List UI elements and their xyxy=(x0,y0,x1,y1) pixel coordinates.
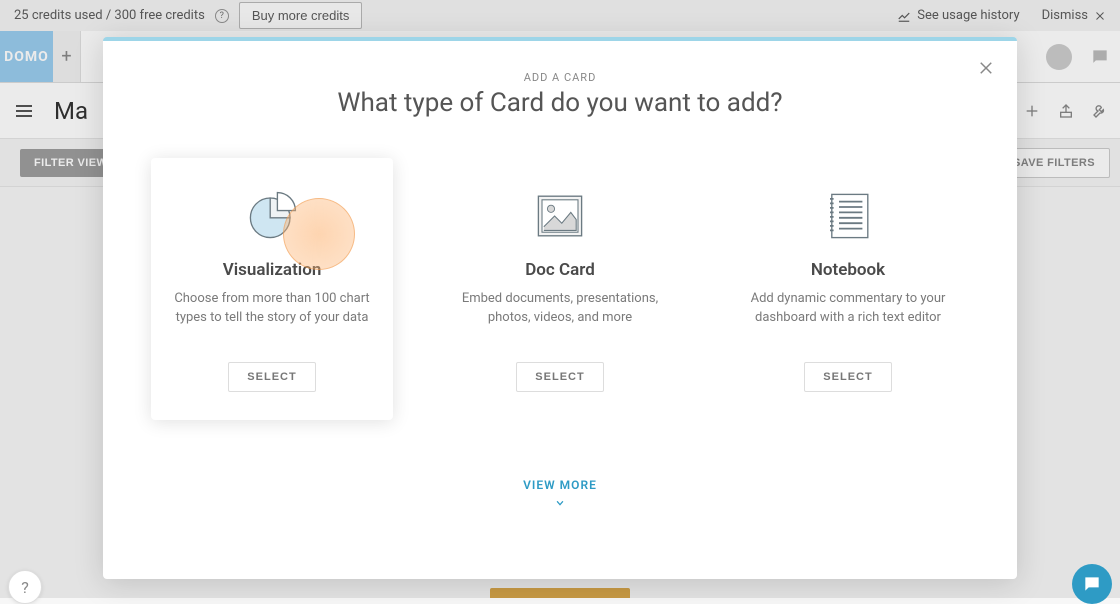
chat-bubble-icon xyxy=(1082,574,1102,594)
credits-text: 25 credits used / 300 free credits xyxy=(14,8,205,23)
card-option-visualization[interactable]: Visualization Choose from more than 100 … xyxy=(151,158,393,420)
chevron-down-icon xyxy=(143,498,977,508)
card-option-doc-card[interactable]: Doc Card Embed documents, presentations,… xyxy=(439,158,681,420)
card-desc: Embed documents, presentations, photos, … xyxy=(459,290,661,348)
chat-float-button[interactable] xyxy=(1072,564,1112,604)
view-more-button[interactable]: VIEW MORE xyxy=(143,478,977,508)
help-icon[interactable]: ? xyxy=(215,9,229,23)
image-icon xyxy=(459,186,661,246)
chart-icon xyxy=(897,9,911,23)
card-title: Visualization xyxy=(171,260,373,280)
notebook-icon xyxy=(747,186,949,246)
close-icon xyxy=(977,59,995,77)
close-icon xyxy=(1094,10,1106,22)
modal-overlay: ADD A CARD What type of Card do you want… xyxy=(0,31,1120,598)
select-notebook-button[interactable]: SELECT xyxy=(804,362,891,392)
pie-chart-icon xyxy=(171,186,373,246)
modal-kicker: ADD A CARD xyxy=(143,71,977,84)
credits-banner: 25 credits used / 300 free credits ? Buy… xyxy=(0,0,1120,31)
card-title: Doc Card xyxy=(459,260,661,280)
add-card-modal: ADD A CARD What type of Card do you want… xyxy=(103,37,1017,579)
card-desc: Choose from more than 100 chart types to… xyxy=(171,290,373,348)
card-title: Notebook xyxy=(747,260,949,280)
close-modal-button[interactable] xyxy=(977,59,995,77)
modal-title: What type of Card do you want to add? xyxy=(143,88,977,118)
card-option-notebook[interactable]: Notebook Add dynamic commentary to your … xyxy=(727,158,969,420)
help-float-button[interactable]: ? xyxy=(8,570,42,604)
select-doc-card-button[interactable]: SELECT xyxy=(516,362,603,392)
card-desc: Add dynamic commentary to your dashboard… xyxy=(747,290,949,348)
dismiss-banner-button[interactable]: Dismiss xyxy=(1042,8,1106,23)
usage-history-link[interactable]: See usage history xyxy=(897,8,1019,23)
select-visualization-button[interactable]: SELECT xyxy=(228,362,315,392)
buy-credits-button[interactable]: Buy more credits xyxy=(239,2,363,29)
